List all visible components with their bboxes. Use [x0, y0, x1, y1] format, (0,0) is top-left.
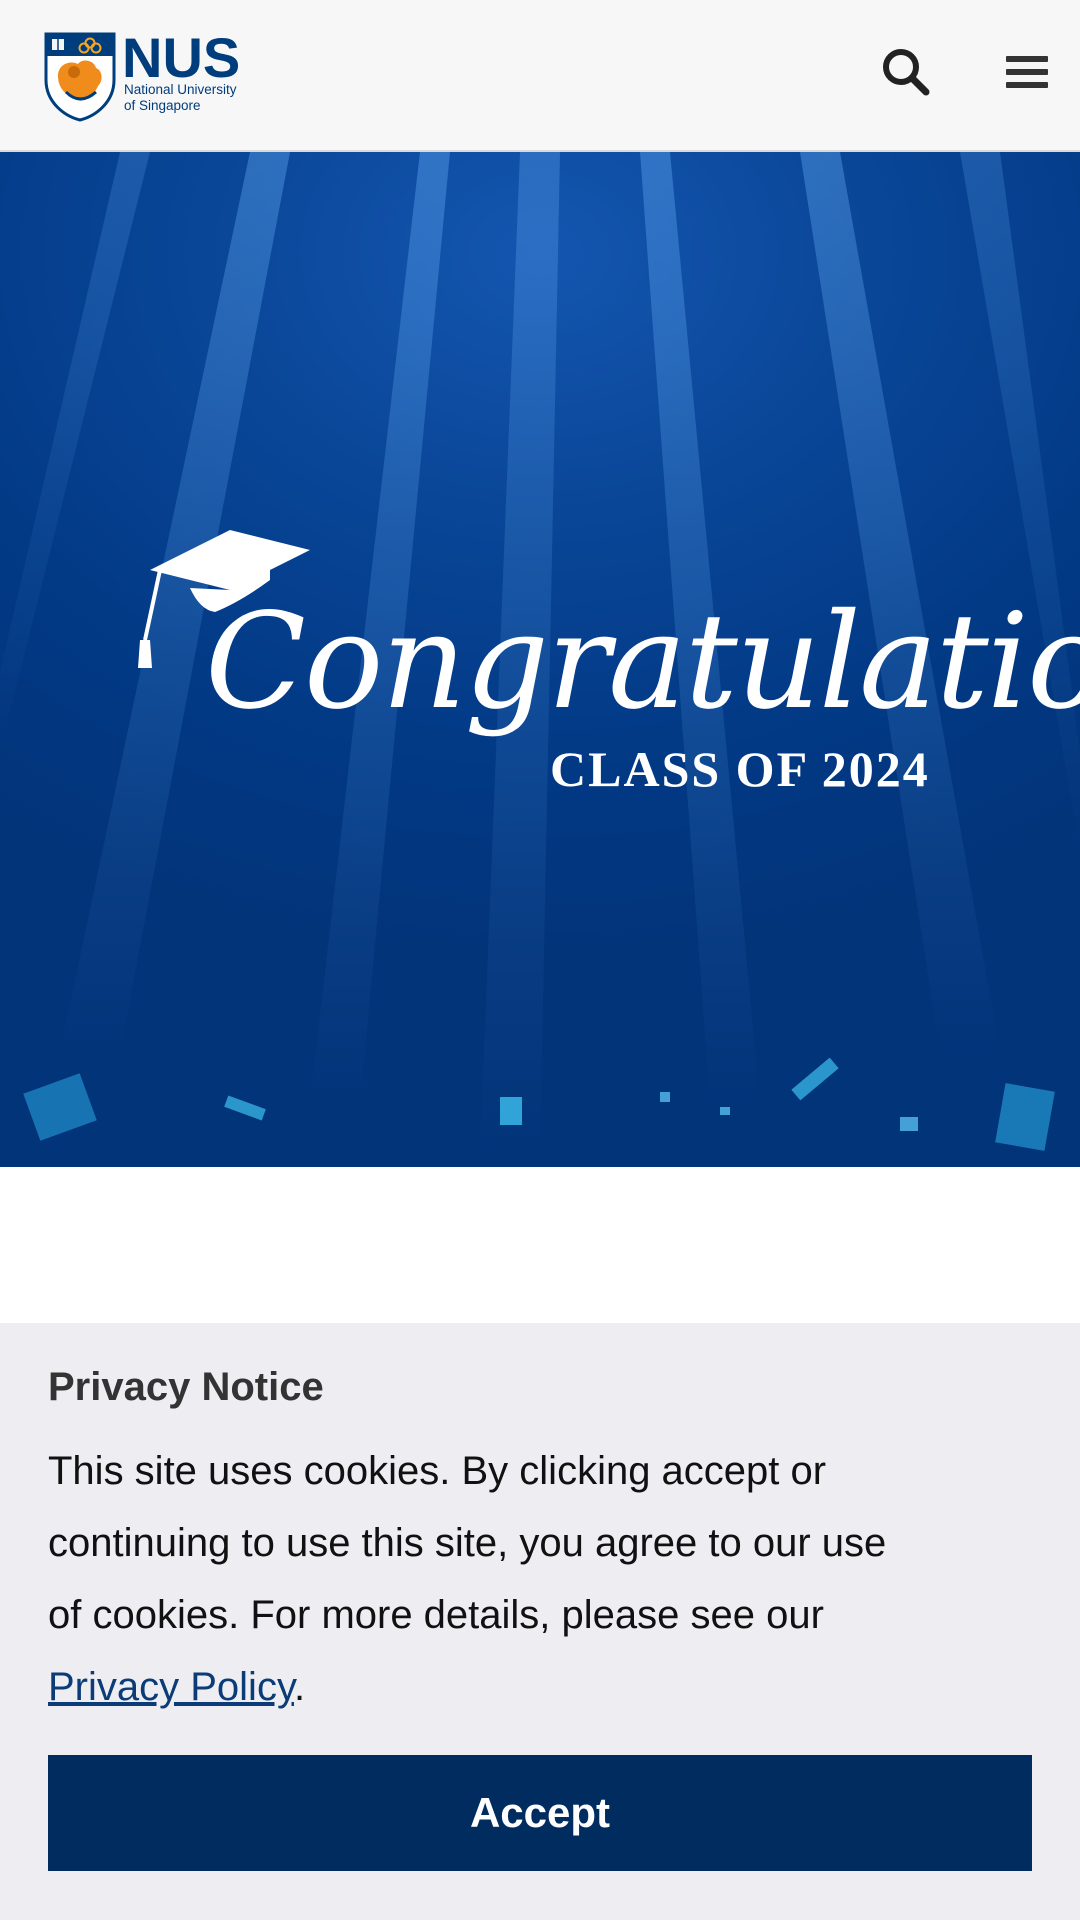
privacy-notice-body: This site uses cookies. By clicking acce…: [48, 1449, 887, 1637]
hero-headline: Congratulations: [205, 585, 1080, 739]
menu-button[interactable]: [1002, 48, 1052, 96]
brand-subtitle-line2: of Singapore: [124, 98, 201, 113]
privacy-notice-text: This site uses cookies. By clicking acce…: [48, 1435, 908, 1723]
nus-logo[interactable]: NUS National University of Singapore: [44, 28, 244, 124]
hero-banner: Congratulations CLASS OF 2024: [0, 152, 1080, 1167]
privacy-policy-link[interactable]: Privacy Policy: [48, 1665, 294, 1709]
brand-name: NUS: [122, 26, 241, 89]
privacy-notice-trailing: .: [293, 1665, 306, 1709]
site-header: NUS National University of Singapore: [0, 0, 1080, 152]
brand-subtitle: National University of Singapore: [124, 82, 264, 114]
search-icon: [883, 49, 930, 96]
hero-subline: CLASS OF 2024: [550, 741, 930, 797]
accept-button[interactable]: Accept: [48, 1755, 1032, 1871]
brand-subtitle-line1: National University: [124, 82, 237, 97]
privacy-notice-banner: Privacy Notice This site uses cookies. B…: [0, 1323, 1080, 1920]
privacy-notice-title: Privacy Notice: [48, 1365, 324, 1409]
search-button[interactable]: [880, 46, 932, 98]
nus-crest-icon: [44, 32, 116, 122]
hamburger-menu-icon: [1006, 56, 1048, 88]
